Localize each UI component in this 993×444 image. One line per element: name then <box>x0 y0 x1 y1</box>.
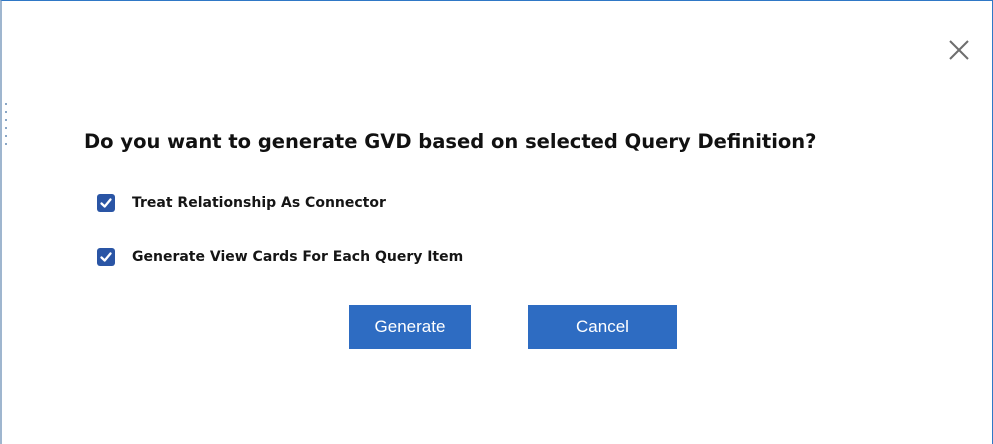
generate-view-cards-label: Generate View Cards For Each Query Item <box>132 249 464 265</box>
cancel-button[interactable]: Cancel <box>528 305 677 349</box>
close-icon <box>949 40 969 60</box>
generate-button[interactable]: Generate <box>349 305 471 349</box>
checkmark-icon <box>100 198 112 208</box>
close-button[interactable] <box>944 35 974 65</box>
generate-gvd-dialog: Do you want to generate GVD based on sel… <box>0 0 993 444</box>
treat-relationship-label: Treat Relationship As Connector <box>132 195 386 211</box>
dialog-question: Do you want to generate GVD based on sel… <box>84 130 817 153</box>
generate-view-cards-checkbox[interactable] <box>97 248 115 266</box>
treat-relationship-option[interactable]: Treat Relationship As Connector <box>97 193 386 213</box>
treat-relationship-checkbox[interactable] <box>97 194 115 212</box>
generate-view-cards-option[interactable]: Generate View Cards For Each Query Item <box>97 247 463 267</box>
resize-grip <box>5 103 7 145</box>
checkmark-icon <box>100 252 112 262</box>
